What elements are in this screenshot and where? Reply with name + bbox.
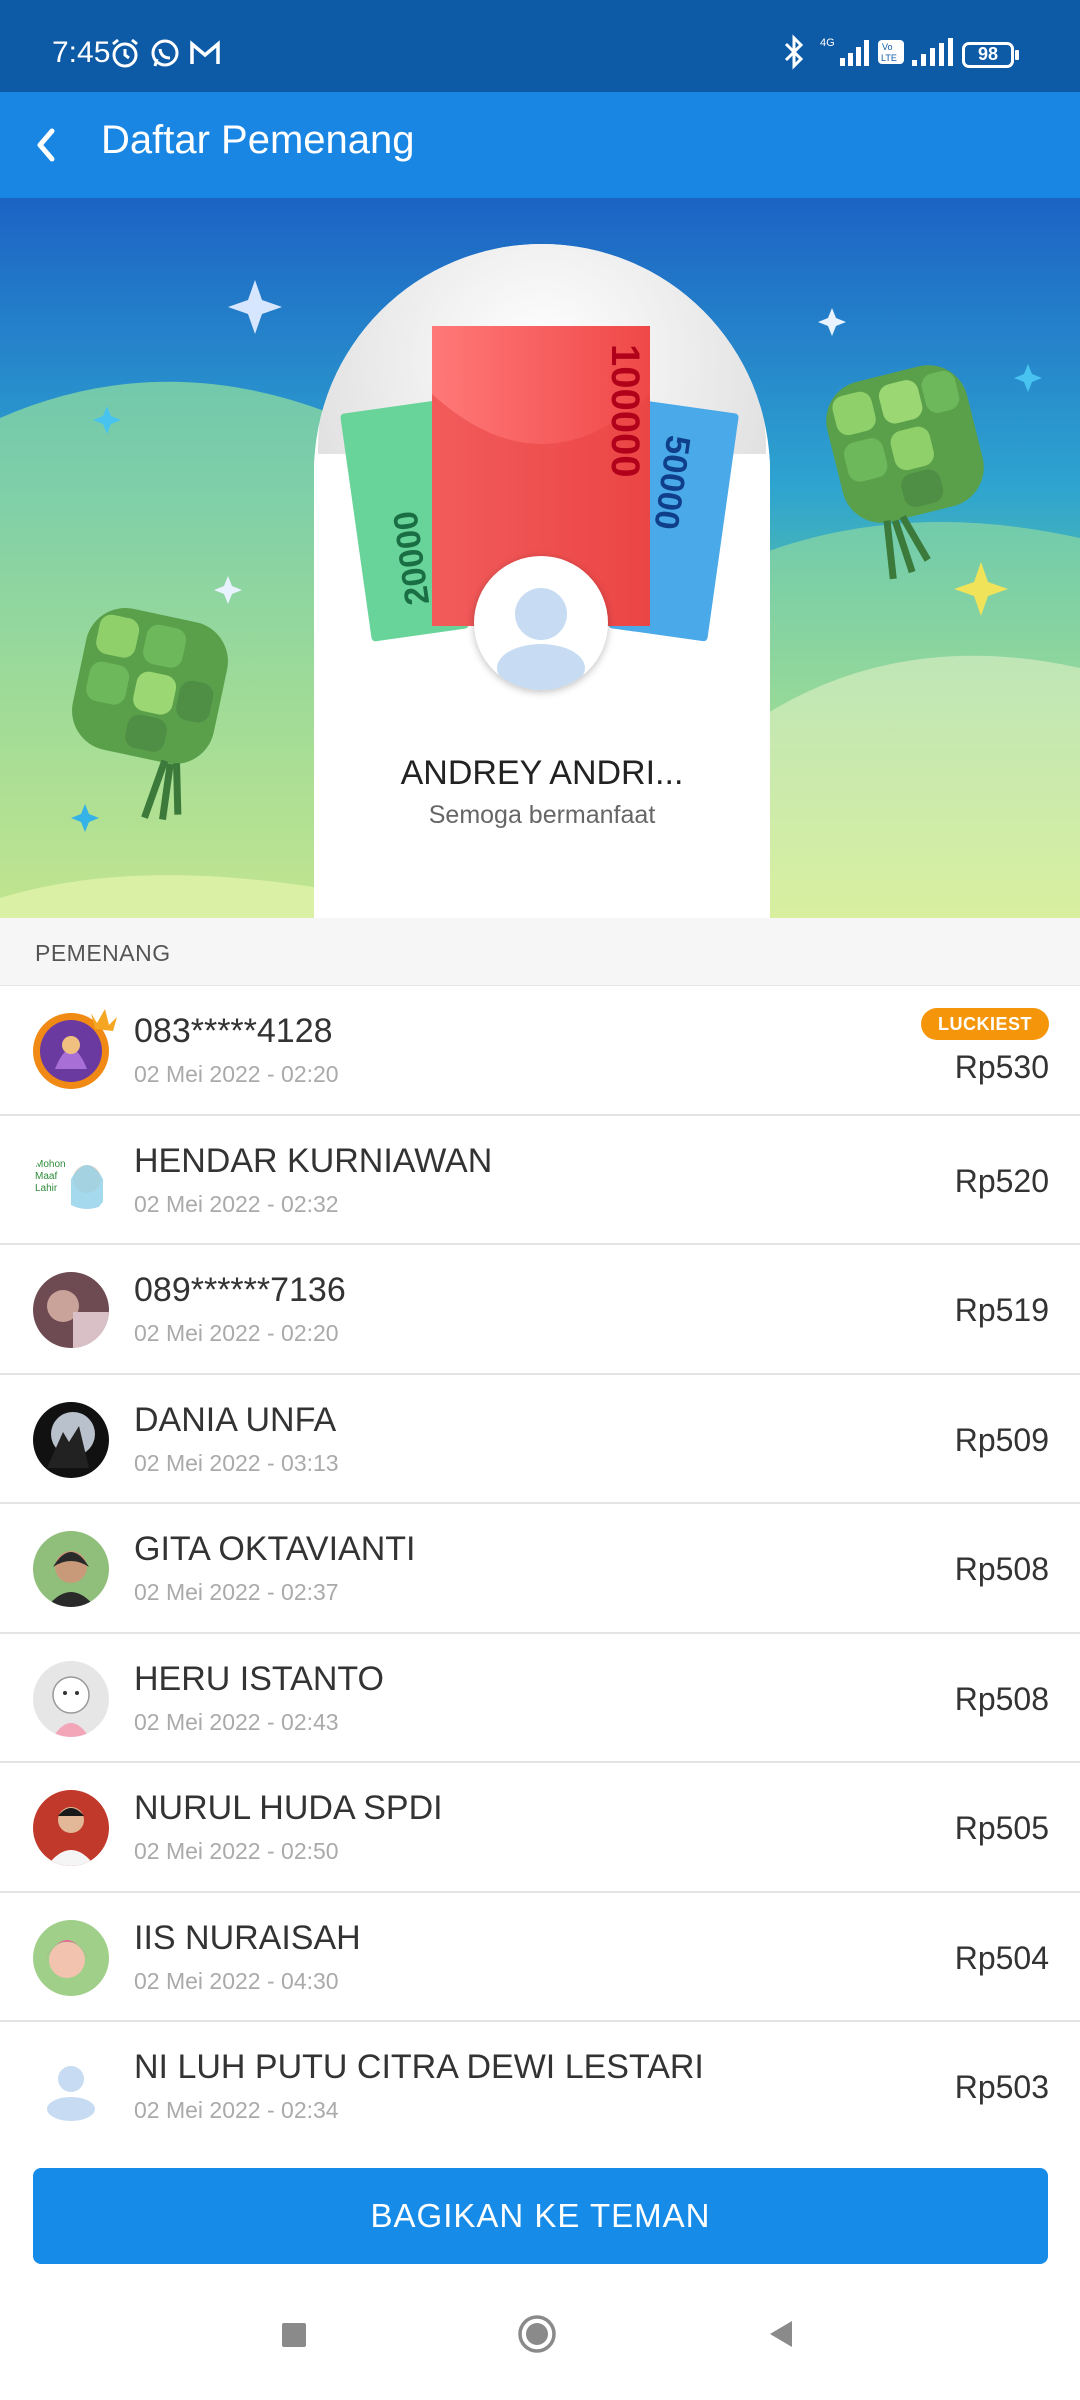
winner-row-amount: Rp508 bbox=[954, 1551, 1049, 1587]
list-item[interactable]: NI LUH PUTU CITRA DEWI LESTARI 02 Mei 20… bbox=[0, 2022, 1080, 2152]
list-item[interactable]: 083*****4128 02 Mei 2022 - 02:20 LUCKIES… bbox=[0, 986, 1080, 1116]
wolf-avatar-icon bbox=[33, 1401, 109, 1478]
back-button[interactable] bbox=[18, 110, 88, 180]
status-time: 7:45 bbox=[52, 36, 111, 69]
avatar bbox=[33, 1401, 109, 1478]
avatar bbox=[33, 2049, 109, 2125]
winner-row-date: 02 Mei 2022 - 02:20 bbox=[134, 1320, 339, 1346]
photo-avatar-icon bbox=[33, 1790, 109, 1866]
sticker-avatar-icon: Mohon Maaf Lahir bbox=[35, 1159, 103, 1209]
recents-button[interactable] bbox=[272, 2313, 314, 2355]
winner-row-amount: Rp508 bbox=[954, 1680, 1049, 1717]
winner-row-name: DANIA UNFA bbox=[134, 1400, 337, 1439]
svg-text:Vo: Vo bbox=[882, 42, 893, 52]
svg-text:LTE: LTE bbox=[881, 53, 897, 63]
battery-level: 98 bbox=[977, 44, 999, 64]
winner-row-name: GITA OKTAVIANTI bbox=[134, 1530, 416, 1568]
app-bar: Daftar Pemenang bbox=[0, 92, 1080, 198]
winner-row-date: 02 Mei 2022 - 02:34 bbox=[134, 2097, 339, 2123]
winner-name: ANDREY ANDRI... bbox=[400, 754, 684, 792]
winner-row-name: HENDAR KURNIAWAN bbox=[134, 1141, 493, 1180]
list-item[interactable]: Mohon Maaf Lahir HENDAR KURNIAWAN 02 Mei… bbox=[0, 1115, 1080, 1245]
default-avatar-icon bbox=[497, 588, 585, 690]
crown-avatar-icon bbox=[33, 1009, 117, 1089]
winner-row-date: 02 Mei 2022 - 03:13 bbox=[134, 1449, 339, 1476]
winner-row-name: NURUL HUDA SPDI bbox=[134, 1789, 443, 1827]
avatar bbox=[33, 1531, 109, 1607]
list-item[interactable]: 089******7136 02 Mei 2022 - 02:20 Rp519 bbox=[0, 1245, 1080, 1375]
winner-row-name: IIS NURAISAH bbox=[134, 1918, 361, 1957]
winner-message: Semoga bermanfaat bbox=[428, 801, 656, 829]
section-label: PEMENANG bbox=[35, 940, 171, 966]
list-item[interactable]: NURUL HUDA SPDI 02 Mei 2022 - 02:50 Rp50… bbox=[0, 1763, 1080, 1893]
winner-row-date: 02 Mei 2022 - 02:20 bbox=[134, 1061, 339, 1087]
avatar bbox=[33, 1660, 109, 1737]
svg-text:Lahir: Lahir bbox=[35, 1183, 58, 1194]
svg-text:Maaf: Maaf bbox=[35, 1171, 57, 1182]
avatar bbox=[33, 1009, 117, 1089]
share-button[interactable]: BAGIKAN KE TEMAN bbox=[33, 2168, 1048, 2264]
winner-row-amount: Rp504 bbox=[954, 1939, 1049, 1976]
signal-icon bbox=[912, 38, 953, 66]
avatar: Mohon Maaf Lahir bbox=[33, 1142, 109, 1219]
whatsapp-icon bbox=[151, 39, 179, 67]
bluetooth-icon bbox=[784, 34, 804, 70]
winner-row-date: 02 Mei 2022 - 04:30 bbox=[134, 1967, 339, 1994]
battery-tip bbox=[1015, 50, 1019, 60]
list-item[interactable]: IIS NURAISAH 02 Mei 2022 - 04:30 Rp504 bbox=[0, 1892, 1080, 2022]
battery-icon: 98 bbox=[962, 42, 1014, 68]
winner-row-date: 02 Mei 2022 - 02:43 bbox=[134, 1708, 339, 1735]
signal-4g-icon: 4G bbox=[820, 37, 869, 66]
winner-row-amount: Rp509 bbox=[954, 1421, 1049, 1458]
winner-row-amount: Rp530 bbox=[954, 1049, 1049, 1085]
winner-row-date: 02 Mei 2022 - 02:32 bbox=[134, 1190, 339, 1217]
winner-row-amount: Rp519 bbox=[954, 1292, 1049, 1328]
avatar bbox=[33, 1790, 109, 1866]
winner-row-name: 089******7136 bbox=[134, 1271, 346, 1309]
winner-row-amount: Rp505 bbox=[954, 1810, 1049, 1846]
winners-section-header: PEMENANG bbox=[0, 918, 1080, 986]
page-title: Daftar Pemenang bbox=[101, 118, 415, 162]
winners-list: 083*****4128 02 Mei 2022 - 02:20 LUCKIES… bbox=[0, 986, 1080, 2152]
system-nav-bar bbox=[0, 2286, 1080, 2400]
winner-row-name: 083*****4128 bbox=[134, 1012, 333, 1050]
photo-avatar-icon bbox=[33, 1272, 109, 1348]
luckiest-badge: LUCKIEST bbox=[921, 1008, 1049, 1040]
list-item[interactable]: GITA OKTAVIANTI 02 Mei 2022 - 02:37 Rp50… bbox=[0, 1504, 1080, 1634]
volte-icon: Vo LTE bbox=[878, 40, 904, 64]
home-button[interactable] bbox=[516, 2313, 558, 2355]
winner-row-name: HERU ISTANTO bbox=[134, 1659, 384, 1698]
list-item[interactable]: HERU ISTANTO 02 Mei 2022 - 02:43 Rp508 bbox=[0, 1633, 1080, 1763]
winner-card: 20000 50000 100000 ANDREY ANDRI... Semog… bbox=[314, 244, 770, 918]
photo-avatar-icon bbox=[33, 1919, 109, 1996]
back-nav-button[interactable] bbox=[760, 2313, 802, 2355]
status-bar: 7:45 4G Vo LTE 98 bbox=[0, 0, 1080, 92]
winner-avatar bbox=[474, 556, 608, 690]
alarm-icon bbox=[112, 38, 138, 68]
app-screen: 7:45 4G Vo LTE 98 Daftar Pemenang 20000 … bbox=[0, 0, 1080, 2400]
note-100000: 100000 bbox=[603, 344, 647, 477]
winner-row-amount: Rp503 bbox=[954, 2069, 1049, 2105]
default-avatar-icon bbox=[47, 2066, 95, 2121]
winner-row-date: 02 Mei 2022 - 02:50 bbox=[134, 1838, 339, 1864]
photo-avatar-icon bbox=[33, 1531, 109, 1607]
svg-text:4G: 4G bbox=[820, 37, 835, 49]
list-item[interactable]: DANIA UNFA 02 Mei 2022 - 03:13 Rp509 bbox=[0, 1374, 1080, 1504]
avatar bbox=[33, 1919, 109, 1996]
cartoon-avatar-icon bbox=[33, 1660, 109, 1737]
gmail-icon bbox=[190, 40, 220, 64]
winner-row-name: NI LUH PUTU CITRA DEWI LESTARI bbox=[134, 2048, 704, 2086]
hero-banner: 20000 50000 100000 ANDREY ANDRI... Semog… bbox=[0, 198, 1080, 918]
avatar bbox=[33, 1272, 109, 1348]
winner-row-amount: Rp520 bbox=[954, 1162, 1049, 1199]
winner-row-date: 02 Mei 2022 - 02:37 bbox=[134, 1579, 339, 1605]
svg-text:Mohon: Mohon bbox=[35, 1159, 66, 1170]
